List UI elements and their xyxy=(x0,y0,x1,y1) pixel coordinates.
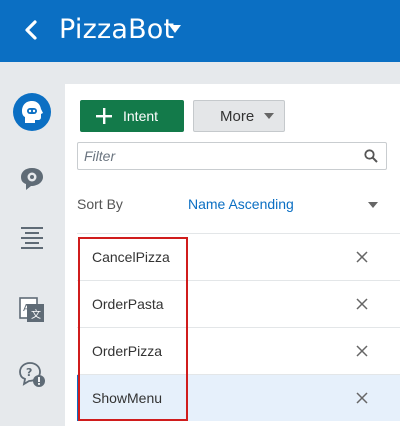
svg-text:A: A xyxy=(23,303,30,314)
chevron-left-icon[interactable] xyxy=(22,16,42,44)
close-icon[interactable] xyxy=(355,250,369,264)
close-icon[interactable] xyxy=(355,391,369,405)
search-icon[interactable] xyxy=(364,149,378,163)
text-lines-icon xyxy=(21,227,43,249)
intent-name: ShowMenu xyxy=(92,390,163,406)
rail-item-entities[interactable] xyxy=(12,159,52,199)
caret-down-icon[interactable] xyxy=(368,202,378,208)
translate-icon: A 文 xyxy=(19,297,44,322)
chat-bubble-gear-icon xyxy=(21,168,43,190)
bot-title[interactable]: PizzaBot xyxy=(59,14,174,45)
list-item[interactable]: CancelPizza xyxy=(77,233,400,280)
filter-input[interactable] xyxy=(78,143,358,169)
svg-text:?: ? xyxy=(26,366,32,379)
rail-item-intents[interactable] xyxy=(12,92,52,132)
list-item[interactable]: OrderPasta xyxy=(77,280,400,327)
question-bubble-icon: ? xyxy=(19,362,45,387)
intent-name: CancelPizza xyxy=(92,249,170,265)
close-icon[interactable] xyxy=(355,344,369,358)
intent-list: CancelPizza OrderPasta OrderPizza ShowMe… xyxy=(77,233,400,421)
caret-down-icon xyxy=(264,113,275,119)
rail-item-q-and-a[interactable]: ? xyxy=(12,354,52,394)
list-item[interactable]: OrderPizza xyxy=(77,327,400,374)
sort-by-label: Sort By xyxy=(77,196,123,212)
bot-head-icon xyxy=(13,93,51,131)
plus-icon xyxy=(96,108,112,124)
add-intent-button[interactable]: Intent xyxy=(80,100,184,132)
filter-field xyxy=(77,142,387,170)
more-label: More xyxy=(220,107,255,125)
sort-select[interactable]: Name Ascending xyxy=(188,196,294,212)
rail-item-flows[interactable] xyxy=(12,217,52,257)
intents-panel: Intent More Sort By Name Ascending Cance… xyxy=(65,84,400,426)
add-intent-label: Intent xyxy=(123,108,159,124)
list-item-selected[interactable]: ShowMenu xyxy=(77,374,400,421)
rail-item-resource-bundles[interactable]: A 文 xyxy=(12,290,52,330)
left-nav-rail: A 文 ? xyxy=(0,62,65,426)
close-icon[interactable] xyxy=(355,297,369,311)
app-header: PizzaBot xyxy=(0,0,400,62)
caret-down-icon[interactable] xyxy=(168,24,182,34)
intent-name: OrderPasta xyxy=(92,296,164,312)
svg-text:文: 文 xyxy=(31,308,41,321)
more-menu-button[interactable]: More xyxy=(193,100,285,132)
intent-name: OrderPizza xyxy=(92,343,163,359)
